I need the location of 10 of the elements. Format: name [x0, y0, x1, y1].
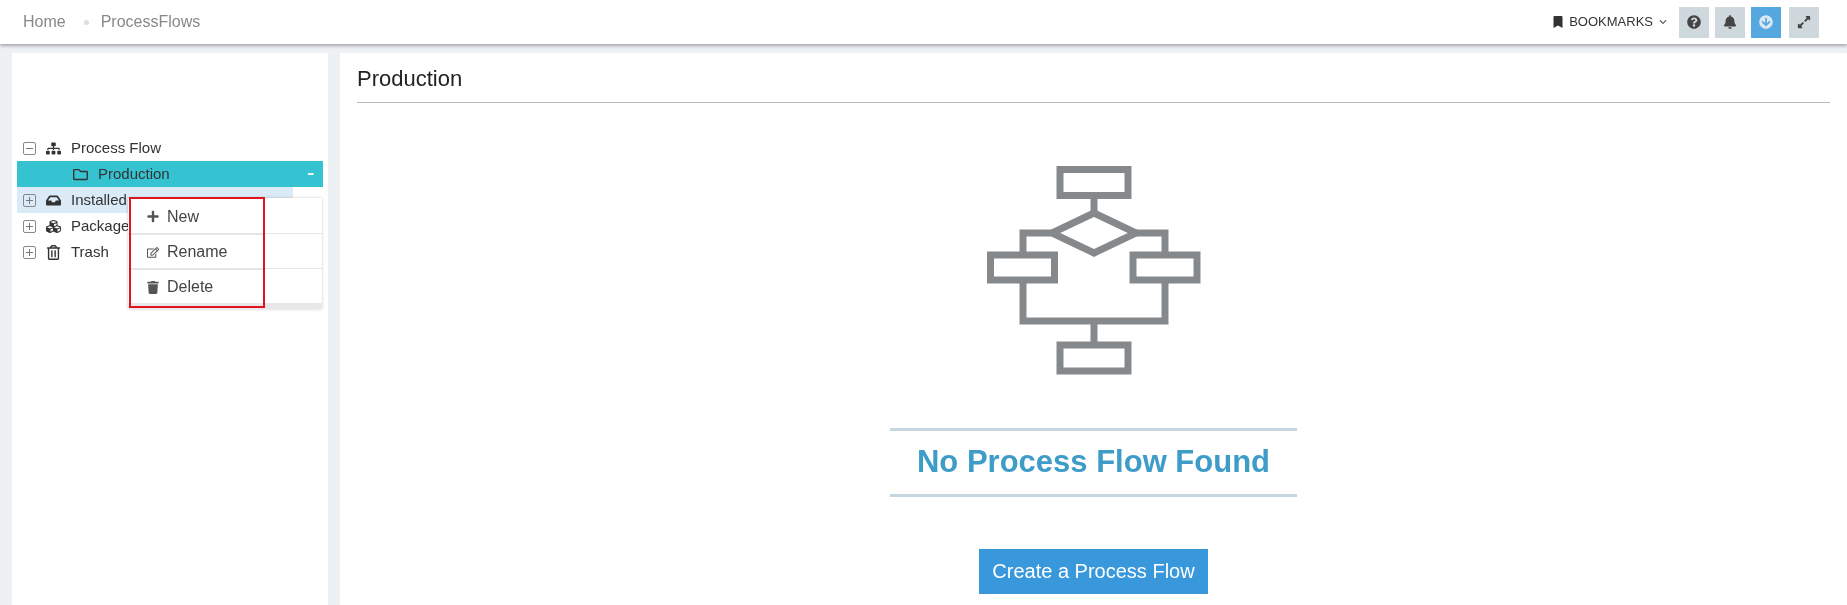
tree-label: Process Flow	[71, 137, 162, 158]
menu-label: Rename	[167, 242, 228, 262]
tree-label: Trash	[71, 241, 109, 262]
menu-label: New	[167, 206, 199, 227]
tree-label: Package	[71, 215, 130, 236]
tree-label: Installed	[71, 189, 127, 210]
page-title: Production	[357, 53, 1830, 103]
menu-label: Delete	[167, 277, 214, 297]
empty-heading: No Process Flow Found	[890, 428, 1297, 497]
tree-label: Production	[98, 163, 170, 184]
